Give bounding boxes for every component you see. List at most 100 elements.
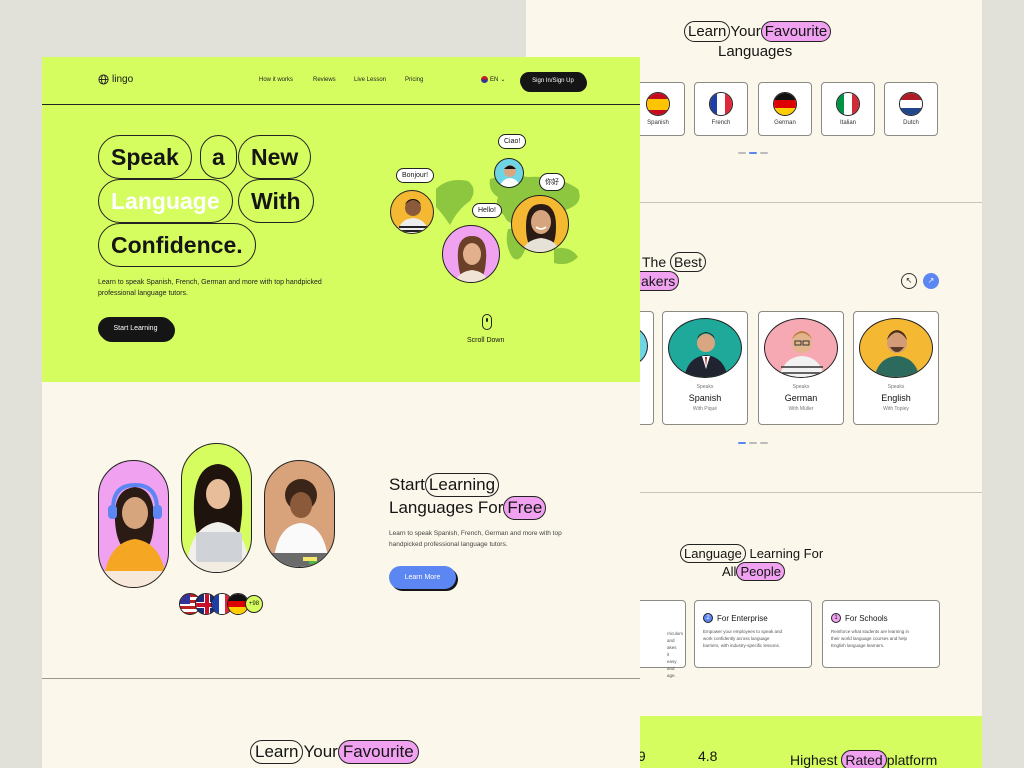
- title-word: Start: [389, 475, 425, 494]
- speech-bubble-ciao: Ciao!: [498, 134, 527, 149]
- title-word: Rated: [841, 750, 887, 768]
- france-flag-icon: [709, 92, 733, 116]
- speech-bubble-bonjour: Bonjour!: [396, 168, 435, 183]
- tutor-speaks-label: Speaks: [696, 384, 714, 390]
- tutor-card[interactable]: Speaks Spanish With Piqué: [662, 311, 748, 425]
- language-code: EN: [490, 76, 499, 83]
- nav-live-lesson[interactable]: Live Lesson: [354, 77, 386, 83]
- bottom-languages-title: Learn Your Favourite: [250, 740, 419, 764]
- title-word: Learn: [684, 21, 731, 42]
- audience-desc: rriculum and akes it easy and age.: [667, 631, 684, 678]
- title-word: Languages For: [389, 498, 504, 517]
- us-flag-icon: [481, 76, 488, 83]
- flag-stack: +98: [179, 593, 263, 615]
- signin-button[interactable]: Sign In/Sign Up: [520, 72, 586, 90]
- title-word: People: [736, 562, 785, 581]
- student-photo: [98, 460, 169, 588]
- number-badge: 1: [831, 613, 841, 623]
- language-label: Italian: [839, 120, 856, 126]
- mouse-icon: [482, 314, 492, 330]
- arrow-prev-icon[interactable]: ↖: [901, 273, 917, 289]
- logo-text: lingo: [112, 74, 134, 85]
- rating-value: 4.8: [698, 748, 718, 764]
- audience-desc: Empower your employees to speak and work…: [703, 629, 783, 648]
- start-learning-button[interactable]: Start Learning: [98, 317, 173, 340]
- free-description: Learn to speak Spanish, French, German a…: [389, 530, 562, 548]
- speech-bubble-nihao: 你好: [539, 173, 565, 191]
- more-languages-badge: +98: [245, 595, 263, 613]
- hero-word-new: New: [238, 135, 312, 179]
- tutor-card[interactable]: Speaks German With Müller: [758, 311, 844, 425]
- speakers-title-line2: akers: [638, 271, 680, 291]
- hero-word-language: Language: [98, 179, 233, 223]
- carousel-dots[interactable]: [738, 152, 768, 154]
- nav-divider: [42, 104, 640, 105]
- nav-pricing[interactable]: Pricing: [405, 77, 423, 83]
- nav-how-it-works[interactable]: How it works: [259, 77, 293, 83]
- language-card-dutch[interactable]: Dutch: [884, 82, 938, 136]
- italy-flag-icon: [836, 92, 860, 116]
- language-label: Dutch: [903, 120, 919, 126]
- title-word: Favourite: [760, 21, 832, 42]
- tutor-language: Spanish: [688, 393, 722, 403]
- tutor-avatar: [494, 158, 524, 188]
- scroll-down-label[interactable]: Scroll Down: [467, 337, 504, 344]
- language-label: French: [711, 120, 731, 126]
- language-card-german[interactable]: German: [758, 82, 812, 136]
- tutor-avatar: [390, 190, 434, 234]
- logo[interactable]: lingo: [98, 74, 133, 85]
- germany-flag-icon: [773, 92, 797, 116]
- student-photo: [264, 460, 335, 568]
- student-photo: [181, 443, 252, 573]
- title-word: Your: [303, 742, 338, 761]
- rated-title: Highest Rated platform: [790, 750, 937, 768]
- hero-section: lingo How it works Reviews Live Lesson P…: [42, 57, 640, 382]
- title-word: All: [722, 564, 737, 579]
- title-word: The: [642, 254, 667, 270]
- tutor-photo: [668, 318, 742, 378]
- title-word: Learn: [250, 740, 304, 764]
- globe-icon: [98, 74, 109, 85]
- title-word: Highest: [790, 752, 838, 768]
- tutor-avatar: [511, 195, 569, 253]
- tutor-language: English: [881, 393, 911, 403]
- speakers-title-line1: The Best: [642, 252, 707, 272]
- arrow-next-icon[interactable]: ↗: [923, 273, 939, 289]
- title-word: Language: [680, 544, 746, 563]
- spain-flag-icon: [646, 92, 670, 116]
- tutor-speaks-label: Speaks: [792, 384, 810, 390]
- title-word: Favourite: [337, 740, 419, 764]
- hero-word-a: a: [200, 135, 237, 179]
- audience-title: For Schools: [845, 613, 888, 623]
- tutor-avatar: [442, 225, 500, 283]
- free-title-line2: Languages For Free: [389, 496, 547, 520]
- languages-section-title: Learn Your Favourite: [684, 21, 832, 42]
- carousel-dots[interactable]: [738, 442, 768, 444]
- hero-word-speak: Speak: [98, 135, 192, 179]
- tutor-photo: [859, 318, 933, 378]
- language-selector[interactable]: EN ⌄: [481, 76, 505, 83]
- audience-card-schools[interactable]: 1 For Schools Reinforce what students are…: [822, 600, 940, 668]
- learn-more-button[interactable]: Learn More: [389, 566, 456, 589]
- divider: [42, 678, 640, 679]
- hero-description: Learn to speak Spanish, French, German a…: [98, 279, 322, 297]
- tutor-name: With Müller: [788, 406, 814, 412]
- language-card-french[interactable]: French: [694, 82, 748, 136]
- audience-card-enterprise[interactable]: 2 For Enterprise Empower your employees t…: [694, 600, 812, 668]
- chevron-down-icon: ⌄: [500, 77, 506, 83]
- language-card-italian[interactable]: Italian: [821, 82, 875, 136]
- tutor-name: With Topley: [883, 406, 909, 412]
- tutor-photo: [764, 318, 838, 378]
- netherlands-flag-icon: [899, 92, 923, 116]
- nav-reviews[interactable]: Reviews: [313, 77, 336, 83]
- audience-desc: Reinforce what students are learning in …: [831, 629, 910, 648]
- title-word: Languages: [718, 43, 793, 60]
- tutor-card[interactable]: Speaks English With Topley: [853, 311, 939, 425]
- language-label: German: [774, 120, 796, 126]
- number-badge: 2: [703, 613, 713, 623]
- tutor-language: German: [784, 393, 818, 403]
- title-word: Your: [730, 23, 761, 40]
- title-word: Best: [670, 252, 707, 272]
- title-word: akers: [638, 271, 680, 291]
- tutor-speaks-label: Speaks: [887, 384, 905, 390]
